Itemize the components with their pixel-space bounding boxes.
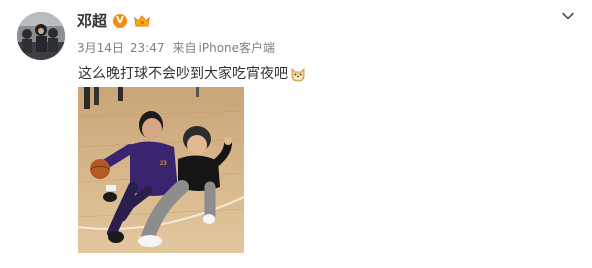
doge-emoji-icon: [290, 66, 306, 82]
weibo-post-card: 邓超 V 3月14日 23:47 来自 iPhone客户端 这么晚打球不会吵到大…: [0, 0, 592, 268]
chevron-down-icon[interactable]: [561, 8, 575, 22]
member-crown-icon[interactable]: [133, 13, 151, 29]
author-name[interactable]: 邓超: [77, 11, 107, 31]
post-source: iPhone客户端: [198, 41, 276, 55]
post-text-content: 这么晚打球不会吵到大家吃宵夜吧: [78, 66, 288, 82]
post-time[interactable]: 23:47: [130, 40, 165, 56]
svg-text:23: 23: [160, 161, 167, 167]
verified-icon: V: [113, 14, 128, 28]
source-prefix: 来自: [172, 41, 197, 55]
author-avatar[interactable]: [17, 12, 65, 60]
author-row: 邓超 V: [77, 11, 151, 31]
post-photo[interactable]: 23: [78, 87, 244, 253]
post-meta: 3月14日 23:47 来自 iPhone客户端: [77, 40, 275, 56]
post-date[interactable]: 3月14日: [77, 40, 124, 56]
post-text: 这么晚打球不会吵到大家吃宵夜吧: [78, 64, 306, 84]
